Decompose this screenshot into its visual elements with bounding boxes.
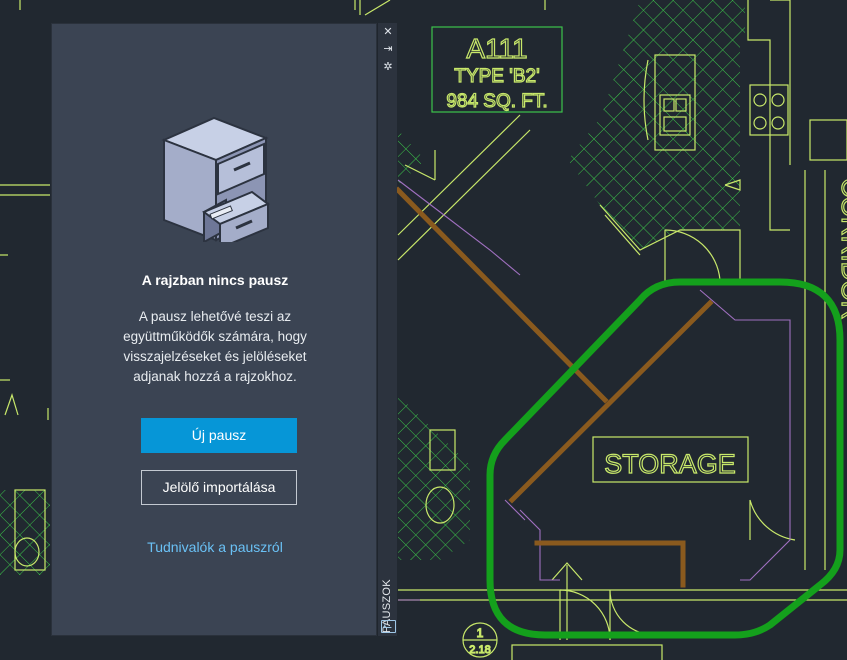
gear-icon[interactable]: ✲ [381, 61, 395, 73]
empty-state-description: A pausz lehetővé teszi az együttműködők … [123, 309, 307, 384]
traces-palette: A rajzban nincs pausz A pausz lehetővé t… [51, 23, 377, 636]
unit-area: 984 SQ. FT. [446, 91, 547, 112]
corridor-label: CORRIDOR [836, 178, 847, 320]
callout-sheet: 2.18 [469, 644, 490, 656]
pin-icon[interactable]: ⇥ [381, 43, 395, 55]
room-label: STORAGE [604, 449, 736, 479]
palette-title-bar[interactable]: ✕ ⇥ ✲ PAUSZOK [377, 23, 397, 636]
import-markup-button[interactable]: Jelölő importálása [141, 470, 297, 505]
callout-number: 1 [477, 626, 484, 640]
hatch-floor-left [0, 490, 50, 575]
unit-type: TYPE 'B2' [454, 66, 539, 87]
unit-name: A111 [466, 33, 527, 64]
file-cabinet-icon [161, 116, 270, 242]
new-trace-button[interactable]: Új pausz [141, 418, 297, 453]
empty-state-title: A rajzban nincs pausz [141, 272, 289, 288]
learn-about-traces-link[interactable]: Tudnivalók a pauszról [52, 539, 378, 555]
close-icon[interactable]: ✕ [381, 26, 395, 38]
traces-icon[interactable] [381, 620, 396, 633]
